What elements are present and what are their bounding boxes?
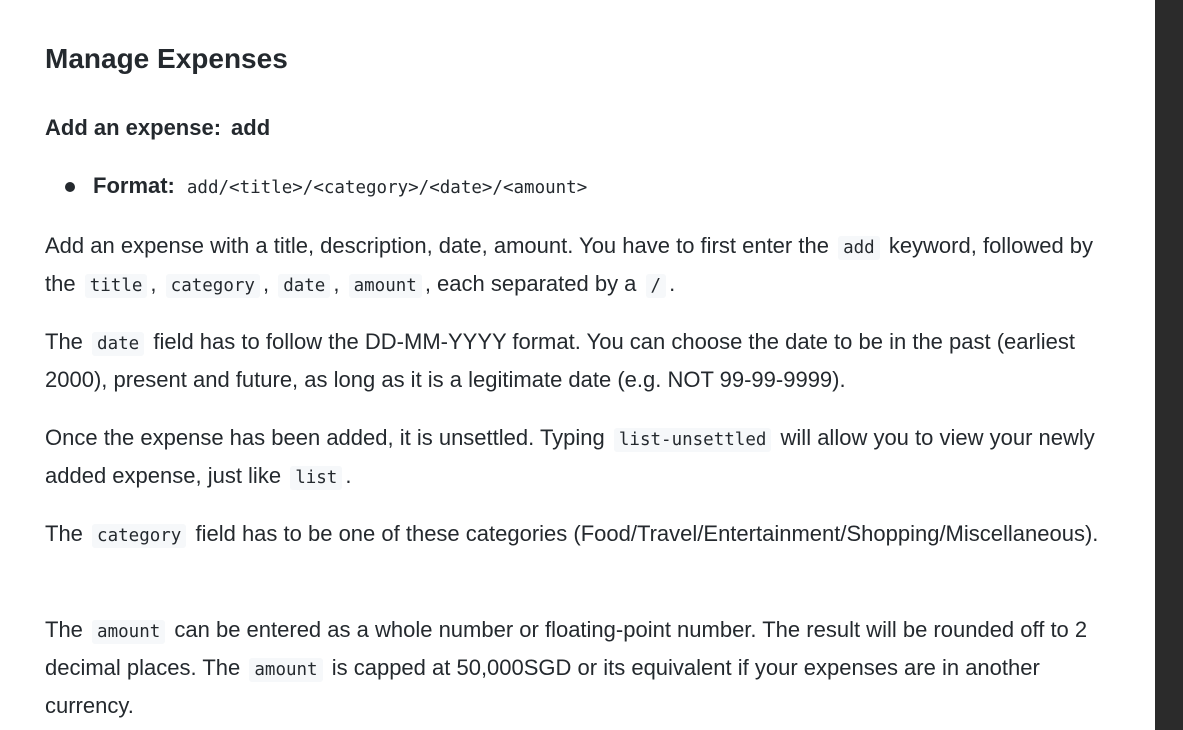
text-span: field has to follow the DD-MM-YYYY forma…: [45, 329, 1075, 392]
text-span: The: [45, 521, 83, 546]
text-span: Add an expense with a title, description…: [45, 233, 829, 258]
text-span: field has to be one of these categories …: [195, 521, 1099, 546]
paragraph-unsettled: Once the expense has been added, it is u…: [45, 420, 1105, 496]
bullet-icon: [65, 182, 75, 192]
inline-code: date: [92, 332, 145, 356]
paragraph-date-format: The date field has to follow the DD-MM-Y…: [45, 324, 1105, 398]
text-span: .: [345, 463, 352, 488]
subsection-heading: Add an expense: add: [45, 113, 270, 143]
inline-code: /: [645, 274, 667, 298]
scrollbar[interactable]: [1155, 0, 1183, 730]
inline-code: amount: [92, 620, 166, 644]
paragraph-amount: The amount can be entered as a whole num…: [45, 612, 1105, 724]
text-span: .: [669, 271, 676, 296]
text-span: ,: [333, 271, 340, 296]
section-heading: Manage Expenses: [45, 43, 288, 74]
paragraph-category: The category field has to be one of thes…: [45, 516, 1105, 554]
inline-code: category: [92, 524, 187, 548]
format-label: Format:: [93, 173, 175, 198]
format-list-item: Format: add/<title>/<category>/<date>/<am…: [45, 170, 587, 204]
inline-code: amount: [249, 658, 323, 682]
inline-code: list: [290, 466, 343, 490]
text-span: Once the expense has been added, it is u…: [45, 425, 605, 450]
paragraph-add-description: Add an expense with a title, description…: [45, 228, 1105, 304]
text-span: ,: [150, 271, 157, 296]
inline-code: list-unsettled: [613, 428, 772, 452]
inline-code: category: [165, 274, 260, 298]
inline-code: amount: [348, 274, 422, 298]
text-span: , each separated by a: [424, 271, 637, 296]
format-code: add/<title>/<category>/<date>/<amount>: [186, 178, 588, 198]
inline-code: date: [278, 274, 331, 298]
inline-code: add: [838, 236, 880, 260]
inline-code: title: [84, 274, 148, 298]
text-span: The: [45, 329, 83, 354]
format-list: Format: add/<title>/<category>/<date>/<am…: [45, 170, 587, 204]
subsection-command: add: [231, 115, 271, 140]
text-span: ,: [262, 271, 270, 296]
text-span: The: [45, 617, 83, 642]
subsection-title: Add an expense:: [45, 115, 222, 140]
